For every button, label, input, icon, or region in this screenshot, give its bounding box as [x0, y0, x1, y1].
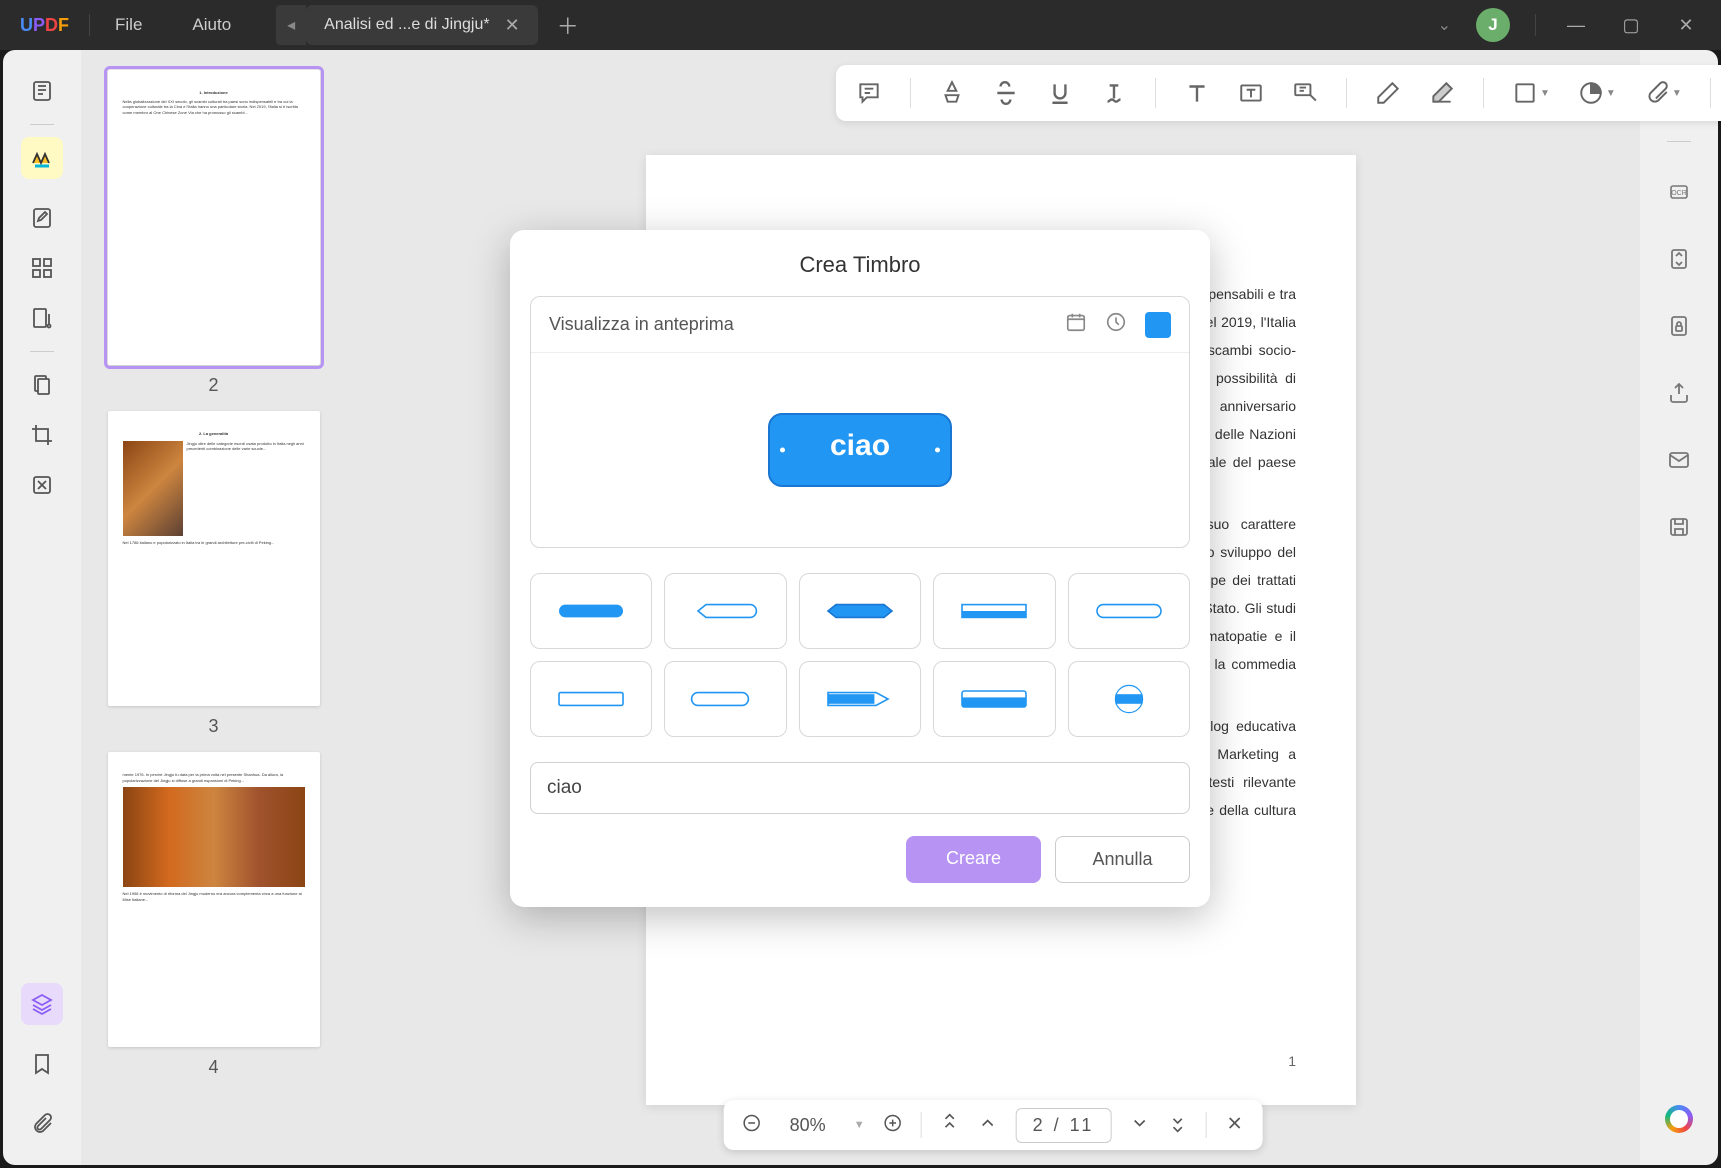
thumb-number: 2 [96, 375, 331, 396]
user-avatar[interactable]: J [1476, 8, 1510, 42]
comment-mode-icon[interactable] [21, 137, 63, 179]
cancel-button[interactable]: Annulla [1055, 836, 1190, 883]
thumbnail-page-2[interactable]: 1. Introduzione Nella globalizzazione de… [96, 70, 331, 396]
bottom-navigation-bar: 80% ▼ 2 / 11 [724, 1100, 1263, 1150]
save-icon[interactable] [1658, 506, 1700, 548]
prev-page-button[interactable] [978, 1113, 998, 1138]
sticker-tool-icon[interactable]: ▼ [1578, 80, 1616, 106]
stamp-shape-8[interactable] [799, 661, 921, 737]
menu-file[interactable]: File [90, 15, 167, 35]
squiggly-tool-icon[interactable] [1101, 80, 1127, 106]
thumb-number: 3 [96, 716, 331, 737]
stamp-shape-1[interactable] [530, 573, 652, 649]
zoom-value[interactable]: 80% [780, 1111, 836, 1140]
titlebar: UPDF File Aiuto ◂ Analisi ed ...e di Jin… [0, 0, 1721, 50]
highlight-tool-icon[interactable] [939, 80, 965, 106]
shape-tool-icon[interactable]: ▼ [1512, 80, 1550, 106]
ocr-icon[interactable]: OCR [1658, 171, 1700, 213]
maximize-button[interactable]: ▢ [1616, 15, 1646, 36]
tab-prev[interactable]: ◂ [276, 5, 306, 45]
stamp-shape-9[interactable] [933, 661, 1055, 737]
thumbnail-page-4[interactable]: mente 1976. In perché Jingju fu data per… [96, 752, 331, 1078]
stamp-shape-2[interactable] [664, 573, 786, 649]
left-sidebar [3, 50, 81, 1165]
strikethrough-tool-icon[interactable] [993, 80, 1019, 106]
tab-close-icon[interactable]: ✕ [505, 15, 520, 36]
crop-icon[interactable] [21, 414, 63, 456]
pencil-tool-icon[interactable] [1375, 80, 1401, 106]
stamp-preview-box: Visualizza in anteprima ciao [530, 296, 1190, 548]
tools-icon[interactable] [21, 364, 63, 406]
zoom-in-button[interactable] [883, 1113, 903, 1138]
chevron-down-icon[interactable]: ⌄ [1438, 15, 1451, 35]
time-icon[interactable] [1105, 311, 1127, 338]
organize-pages-icon[interactable] [21, 247, 63, 289]
underline-tool-icon[interactable] [1047, 80, 1073, 106]
stamp-shape-4[interactable] [933, 573, 1055, 649]
modal-title: Crea Timbro [510, 230, 1210, 296]
next-page-button[interactable] [1129, 1113, 1149, 1138]
close-button[interactable]: ✕ [1671, 15, 1701, 36]
stamp-shape-7[interactable] [664, 661, 786, 737]
stamp-preview: ciao [768, 413, 952, 487]
stamp-shape-6[interactable] [530, 661, 652, 737]
first-page-button[interactable] [940, 1113, 960, 1138]
attach-tool-icon[interactable]: ▼ [1644, 80, 1682, 106]
edit-mode-icon[interactable] [21, 197, 63, 239]
document-tab[interactable]: Analisi ed ...e di Jingju* ✕ [306, 5, 538, 45]
callout-tool-icon[interactable] [1292, 80, 1318, 106]
stamp-text-input[interactable]: ciao [530, 762, 1190, 814]
redact-icon[interactable] [21, 464, 63, 506]
bookmark-icon[interactable] [21, 1043, 63, 1085]
text-tool-icon[interactable] [1184, 80, 1210, 106]
convert-icon[interactable] [1658, 238, 1700, 280]
email-icon[interactable] [1658, 439, 1700, 481]
eraser-tool-icon[interactable] [1429, 80, 1455, 106]
svg-text:OCR: OCR [1671, 190, 1687, 197]
page-number: 1 [1288, 1047, 1296, 1075]
zoom-out-button[interactable] [742, 1113, 762, 1138]
reader-mode-icon[interactable] [21, 70, 63, 112]
app-logo: UPDF [0, 15, 89, 36]
stamp-shape-3[interactable] [799, 573, 921, 649]
layers-icon[interactable] [21, 983, 63, 1025]
minimize-button[interactable]: — [1561, 15, 1591, 36]
note-tool-icon[interactable] [856, 80, 882, 106]
date-icon[interactable] [1065, 311, 1087, 338]
thumbnail-panel: 1. Introduzione Nella globalizzazione de… [81, 50, 346, 1165]
tab-add-button[interactable]: ＋ [548, 5, 588, 45]
color-picker[interactable] [1145, 312, 1171, 338]
stamp-shape-grid [510, 548, 1210, 752]
create-button[interactable]: Creare [906, 836, 1041, 883]
stamp-shape-5[interactable] [1068, 573, 1190, 649]
protect-icon[interactable] [1658, 305, 1700, 347]
tab-title: Analisi ed ...e di Jingju* [324, 16, 489, 34]
preview-label: Visualizza in anteprima [549, 314, 734, 335]
thumb-number: 4 [96, 1057, 331, 1078]
right-sidebar: OCR [1640, 50, 1718, 1165]
attachment-icon[interactable] [21, 1103, 63, 1145]
share-icon[interactable] [1658, 372, 1700, 414]
ai-assistant-icon[interactable] [1658, 1098, 1700, 1140]
menu-help[interactable]: Aiuto [167, 15, 256, 35]
zoom-dropdown-icon[interactable]: ▼ [854, 1119, 865, 1131]
last-page-button[interactable] [1167, 1113, 1187, 1138]
form-mode-icon[interactable] [21, 297, 63, 339]
annotation-toolbar: ▼ ▼ ▼ ▼ ▼ [836, 65, 1721, 121]
create-stamp-modal: Crea Timbro Visualizza in anteprima ciao… [510, 230, 1210, 907]
close-bottombar-button[interactable] [1224, 1113, 1244, 1138]
stamp-shape-10[interactable] [1068, 661, 1190, 737]
textbox-tool-icon[interactable] [1238, 80, 1264, 106]
page-indicator[interactable]: 2 / 11 [1016, 1108, 1112, 1143]
thumbnail-page-3[interactable]: 2. La generalità Jingju oltre delle cate… [96, 411, 331, 737]
